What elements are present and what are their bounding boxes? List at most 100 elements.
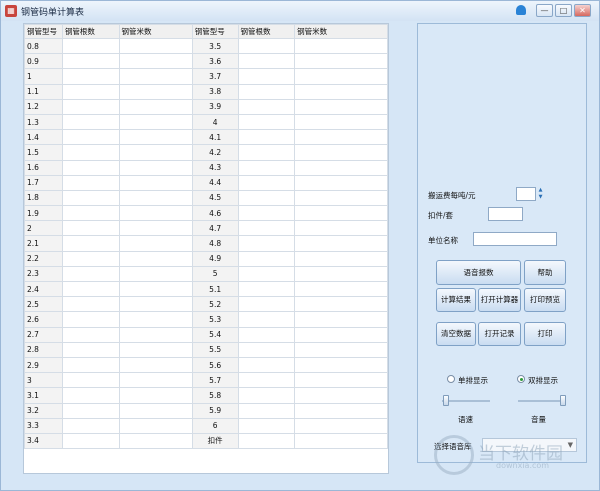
pipe-count-cell[interactable] <box>61 341 120 358</box>
print-preview-button[interactable]: 打印预览 <box>524 288 566 312</box>
pipe-count-cell-2[interactable] <box>237 372 296 389</box>
pipe-meters-cell[interactable] <box>118 280 193 298</box>
pipe-meters-cell[interactable] <box>118 144 193 161</box>
pipe-count-cell-2[interactable] <box>237 432 296 450</box>
pipe-meters-cell-2[interactable] <box>294 280 388 298</box>
pipe-count-cell[interactable] <box>61 265 120 283</box>
pipe-meters-cell[interactable] <box>118 113 193 131</box>
pipe-meters-cell-2[interactable] <box>294 220 388 237</box>
pipe-meters-cell-2[interactable] <box>294 356 388 374</box>
pipe-meters-cell[interactable] <box>118 174 193 191</box>
pipe-count-cell-2[interactable] <box>237 265 296 283</box>
pipe-count-cell-2[interactable] <box>237 113 296 131</box>
single-display-radio[interactable] <box>447 375 455 383</box>
pipe-meters-cell[interactable] <box>118 235 193 252</box>
pipe-count-cell-2[interactable] <box>237 53 296 70</box>
pipe-meters-cell-2[interactable] <box>294 53 388 70</box>
pipe-count-cell-2[interactable] <box>237 417 296 434</box>
volume-slider-track[interactable] <box>518 400 566 402</box>
pipe-meters-cell[interactable] <box>118 37 193 55</box>
pipe-meters-cell[interactable] <box>118 432 193 450</box>
pipe-meters-cell-2[interactable] <box>294 265 388 283</box>
pipe-count-cell[interactable] <box>61 372 120 389</box>
pipe-meters-cell-2[interactable] <box>294 113 388 131</box>
pipe-count-cell-2[interactable] <box>237 83 296 100</box>
pipe-count-cell[interactable] <box>61 311 120 328</box>
pipe-count-cell[interactable] <box>61 159 120 176</box>
pipe-count-cell[interactable] <box>61 235 120 252</box>
maximize-button[interactable]: □ <box>555 4 572 17</box>
pipe-meters-cell-2[interactable] <box>294 432 388 450</box>
pipe-count-cell[interactable] <box>61 53 120 70</box>
spin-down-icon[interactable]: ▼ <box>537 194 544 201</box>
freight-input[interactable] <box>516 187 536 201</box>
clear-data-button[interactable]: 清空数据 <box>436 322 476 346</box>
pipe-count-cell-2[interactable] <box>237 250 296 267</box>
pipe-meters-cell-2[interactable] <box>294 387 388 404</box>
open-calculator-button[interactable]: 打开计算器 <box>478 288 521 312</box>
pipe-meters-cell-2[interactable] <box>294 311 388 328</box>
pipe-meters-cell[interactable] <box>118 387 193 404</box>
pipe-meters-cell-2[interactable] <box>294 189 388 207</box>
open-record-button[interactable]: 打开记录 <box>478 322 521 346</box>
pipe-count-cell[interactable] <box>61 432 120 450</box>
pipe-count-cell[interactable] <box>61 98 120 115</box>
pipe-count-cell[interactable] <box>61 280 120 298</box>
pipe-meters-cell-2[interactable] <box>294 98 388 115</box>
pipe-meters-cell[interactable] <box>118 98 193 115</box>
help-button[interactable]: 帮助 <box>524 260 566 285</box>
pipe-meters-cell[interactable] <box>118 341 193 358</box>
pipe-meters-cell[interactable] <box>118 311 193 328</box>
pipe-meters-cell-2[interactable] <box>294 372 388 389</box>
volume-slider-thumb[interactable] <box>560 395 566 406</box>
pipe-count-cell[interactable] <box>61 417 120 434</box>
pipe-count-cell-2[interactable] <box>237 37 296 55</box>
pipe-meters-cell[interactable] <box>118 356 193 374</box>
pipe-meters-cell[interactable] <box>118 296 193 313</box>
pipe-meters-cell-2[interactable] <box>294 144 388 161</box>
pipe-meters-cell[interactable] <box>118 372 193 389</box>
pipe-meters-cell-2[interactable] <box>294 205 388 222</box>
pipe-meters-cell[interactable] <box>118 53 193 70</box>
calc-result-button[interactable]: 计算结果 <box>436 288 476 312</box>
pipe-count-cell[interactable] <box>61 402 120 419</box>
pipe-count-cell-2[interactable] <box>237 341 296 358</box>
pipe-count-cell[interactable] <box>61 144 120 161</box>
pipe-count-cell[interactable] <box>61 205 120 222</box>
pipe-count-cell-2[interactable] <box>237 205 296 222</box>
pipe-count-cell-2[interactable] <box>237 220 296 237</box>
pipe-meters-cell[interactable] <box>118 159 193 176</box>
pipe-count-cell-2[interactable] <box>237 159 296 176</box>
pipe-count-cell-2[interactable] <box>237 280 296 298</box>
pipe-count-cell[interactable] <box>61 174 120 191</box>
pipe-count-cell-2[interactable] <box>237 98 296 115</box>
minimize-button[interactable]: — <box>536 4 553 17</box>
pipe-meters-cell[interactable] <box>118 68 193 85</box>
voice-report-button[interactable]: 语音报数 <box>436 260 521 285</box>
skin-icon[interactable] <box>516 5 526 15</box>
pipe-count-cell[interactable] <box>61 68 120 85</box>
pipe-count-cell[interactable] <box>61 296 120 313</box>
pipe-meters-cell[interactable] <box>118 250 193 267</box>
pipe-count-cell-2[interactable] <box>237 402 296 419</box>
pipe-count-cell[interactable] <box>61 387 120 404</box>
pipe-count-cell-2[interactable] <box>237 326 296 343</box>
spin-up-icon[interactable]: ▲ <box>537 187 544 194</box>
double-display-radio[interactable] <box>517 375 525 383</box>
close-button[interactable]: ✕ <box>574 4 591 17</box>
pipe-meters-cell[interactable] <box>118 220 193 237</box>
pipe-meters-cell-2[interactable] <box>294 417 388 434</box>
pipe-count-cell[interactable] <box>61 326 120 343</box>
pipe-count-cell[interactable] <box>61 37 120 55</box>
pipe-count-cell-2[interactable] <box>237 235 296 252</box>
pipe-meters-cell[interactable] <box>118 205 193 222</box>
pipe-meters-cell-2[interactable] <box>294 159 388 176</box>
pipe-meters-cell[interactable] <box>118 189 193 207</box>
speed-slider-thumb[interactable] <box>443 395 449 406</box>
pipe-count-cell-2[interactable] <box>237 311 296 328</box>
pipe-meters-cell-2[interactable] <box>294 250 388 267</box>
pipe-meters-cell-2[interactable] <box>294 174 388 191</box>
pipe-meters-cell[interactable] <box>118 129 193 146</box>
company-input[interactable] <box>473 232 557 246</box>
pipe-count-cell-2[interactable] <box>237 129 296 146</box>
